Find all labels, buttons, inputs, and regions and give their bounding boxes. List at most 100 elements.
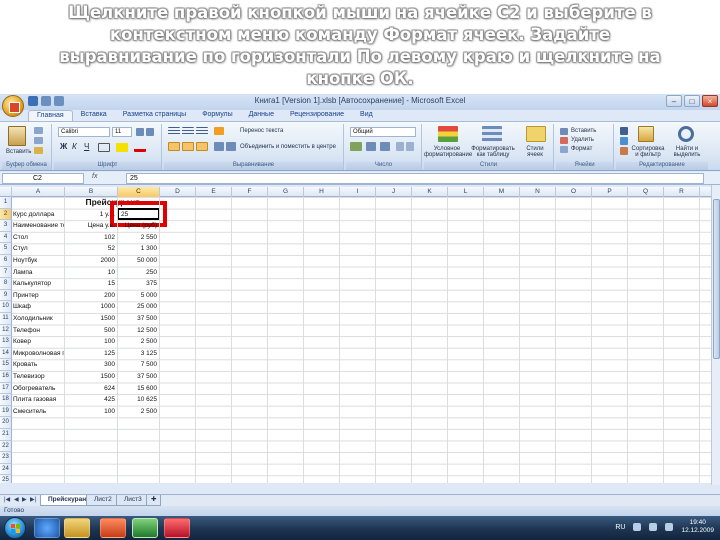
- shrink-font-icon[interactable]: [146, 128, 154, 136]
- cell-b3[interactable]: Цена у.е.: [66, 220, 117, 232]
- delete-cells-icon[interactable]: [560, 137, 568, 144]
- row-header-13[interactable]: 13: [0, 336, 12, 348]
- font-size-select[interactable]: 11: [112, 127, 132, 137]
- select-all-corner[interactable]: [0, 187, 12, 197]
- font-color-icon[interactable]: [134, 143, 146, 152]
- cell-c3[interactable]: Цена (руб): [119, 220, 159, 232]
- comma-style-icon[interactable]: [380, 142, 390, 151]
- item-rub-cell[interactable]: 37 500: [119, 313, 159, 325]
- item-name-cell[interactable]: Стул: [13, 243, 64, 255]
- item-usd-cell[interactable]: 125: [66, 348, 117, 360]
- item-usd-cell[interactable]: 100: [66, 406, 117, 418]
- orientation-icon[interactable]: [214, 127, 224, 135]
- row-header-8[interactable]: 8: [0, 278, 12, 290]
- item-name-cell[interactable]: Стол: [13, 232, 64, 244]
- column-header-j[interactable]: J: [376, 187, 412, 197]
- item-rub-cell[interactable]: 7 500: [119, 359, 159, 371]
- sheet-tab-sheet3[interactable]: Лист3: [116, 495, 150, 506]
- font-name-select[interactable]: Calibri: [58, 127, 110, 137]
- format-cells-button[interactable]: Формат: [571, 146, 592, 152]
- row-header-2[interactable]: 2: [0, 208, 12, 221]
- number-format-select[interactable]: Общий: [350, 127, 416, 137]
- sort-filter-button[interactable]: Сортировка и фильтр: [630, 146, 666, 158]
- column-header-k[interactable]: K: [412, 187, 448, 197]
- format-cells-icon[interactable]: [560, 146, 568, 153]
- item-rub-cell[interactable]: 25 000: [119, 301, 159, 313]
- autosum-icon[interactable]: [620, 127, 628, 135]
- row-header-10[interactable]: 10: [0, 301, 12, 313]
- item-usd-cell[interactable]: 1500: [66, 371, 117, 383]
- decrease-indent-icon[interactable]: [214, 142, 224, 151]
- item-name-cell[interactable]: Принтер: [13, 290, 64, 302]
- insert-function-icon[interactable]: fx: [92, 173, 97, 180]
- row-header-11[interactable]: 11: [0, 313, 12, 325]
- item-name-cell[interactable]: Лампа: [13, 267, 64, 279]
- merge-center-button[interactable]: Объединить и поместить в центре: [240, 144, 336, 150]
- row-header-25[interactable]: 25: [0, 475, 12, 483]
- worksheet-grid[interactable]: ABCDEFGHIJKLMNOPQR 1 2 3 4 5 6 7 8 9 10 11 12 13 14 15…: [0, 187, 711, 483]
- column-header-d[interactable]: D: [160, 187, 196, 197]
- prev-sheet-icon[interactable]: ◀: [14, 496, 19, 503]
- maximize-button[interactable]: □: [684, 95, 700, 107]
- bold-icon[interactable]: Ж: [60, 142, 67, 151]
- column-header-p[interactable]: P: [592, 187, 628, 197]
- find-select-icon[interactable]: [678, 126, 694, 142]
- item-name-cell[interactable]: Обогреватель: [13, 383, 64, 395]
- row-header-3[interactable]: 3: [0, 220, 12, 232]
- borders-icon[interactable]: [98, 143, 110, 152]
- row-header-1[interactable]: 1: [0, 197, 12, 209]
- insert-cells-icon[interactable]: [560, 128, 568, 135]
- vertical-scrollbar[interactable]: [711, 185, 720, 485]
- clear-icon[interactable]: [620, 147, 628, 155]
- app-taskbar-icon[interactable]: [164, 518, 190, 538]
- item-usd-cell[interactable]: 1500: [66, 313, 117, 325]
- cell-a3[interactable]: Наименование товара: [13, 220, 64, 232]
- item-rub-cell[interactable]: 375: [119, 278, 159, 290]
- internet-explorer-icon[interactable]: [34, 518, 60, 538]
- fill-icon[interactable]: [620, 137, 628, 145]
- name-box[interactable]: C2: [2, 173, 84, 184]
- align-left-icon[interactable]: [168, 142, 180, 151]
- insert-sheet-icon[interactable]: ✚: [146, 495, 162, 506]
- item-name-cell[interactable]: Шкаф: [13, 301, 64, 313]
- row-header-23[interactable]: 23: [0, 452, 12, 464]
- copy-icon[interactable]: [34, 137, 43, 144]
- volume-icon[interactable]: [665, 523, 674, 531]
- cell-styles-button[interactable]: Стили ячеек: [518, 146, 552, 158]
- column-header-n[interactable]: N: [520, 187, 556, 197]
- item-rub-cell[interactable]: 250: [119, 267, 159, 279]
- close-button[interactable]: ×: [702, 95, 718, 107]
- item-name-cell[interactable]: Холодильник: [13, 313, 64, 325]
- column-header-m[interactable]: M: [484, 187, 520, 197]
- align-bottom-icon[interactable]: [196, 127, 208, 135]
- column-header-g[interactable]: G: [268, 187, 304, 197]
- item-name-cell[interactable]: Телевизор: [13, 371, 64, 383]
- row-header-22[interactable]: 22: [0, 440, 12, 453]
- item-rub-cell[interactable]: 2 500: [119, 336, 159, 348]
- language-indicator[interactable]: RU: [615, 524, 625, 531]
- align-middle-icon[interactable]: [182, 127, 194, 135]
- row-header-9[interactable]: 9: [0, 289, 12, 302]
- cell-a2[interactable]: Курс доллара: [13, 209, 64, 221]
- minimize-button[interactable]: –: [666, 95, 682, 107]
- row-header-6[interactable]: 6: [0, 255, 12, 267]
- column-header-b[interactable]: B: [65, 187, 118, 197]
- scrollbar-thumb[interactable]: [713, 199, 720, 359]
- item-usd-cell[interactable]: 624: [66, 383, 117, 395]
- sort-filter-icon[interactable]: [638, 126, 654, 142]
- item-usd-cell[interactable]: 200: [66, 290, 117, 302]
- italic-icon[interactable]: К: [72, 142, 77, 151]
- column-header-a[interactable]: A: [12, 187, 65, 197]
- item-name-cell[interactable]: Смеситель: [13, 406, 64, 418]
- item-rub-cell[interactable]: 2 550: [119, 232, 159, 244]
- currency-icon[interactable]: [350, 142, 362, 151]
- item-name-cell[interactable]: Плита газовая: [13, 394, 64, 406]
- increase-indent-icon[interactable]: [226, 142, 236, 151]
- column-header-l[interactable]: L: [448, 187, 484, 197]
- item-usd-cell[interactable]: 2000: [66, 255, 117, 267]
- align-top-icon[interactable]: [168, 127, 180, 135]
- delete-cells-button[interactable]: Удалить: [571, 137, 594, 143]
- clock[interactable]: 19:40 12.12.2009: [681, 519, 714, 535]
- column-header-c[interactable]: C: [118, 187, 160, 197]
- item-name-cell[interactable]: Калькулятор: [13, 278, 64, 290]
